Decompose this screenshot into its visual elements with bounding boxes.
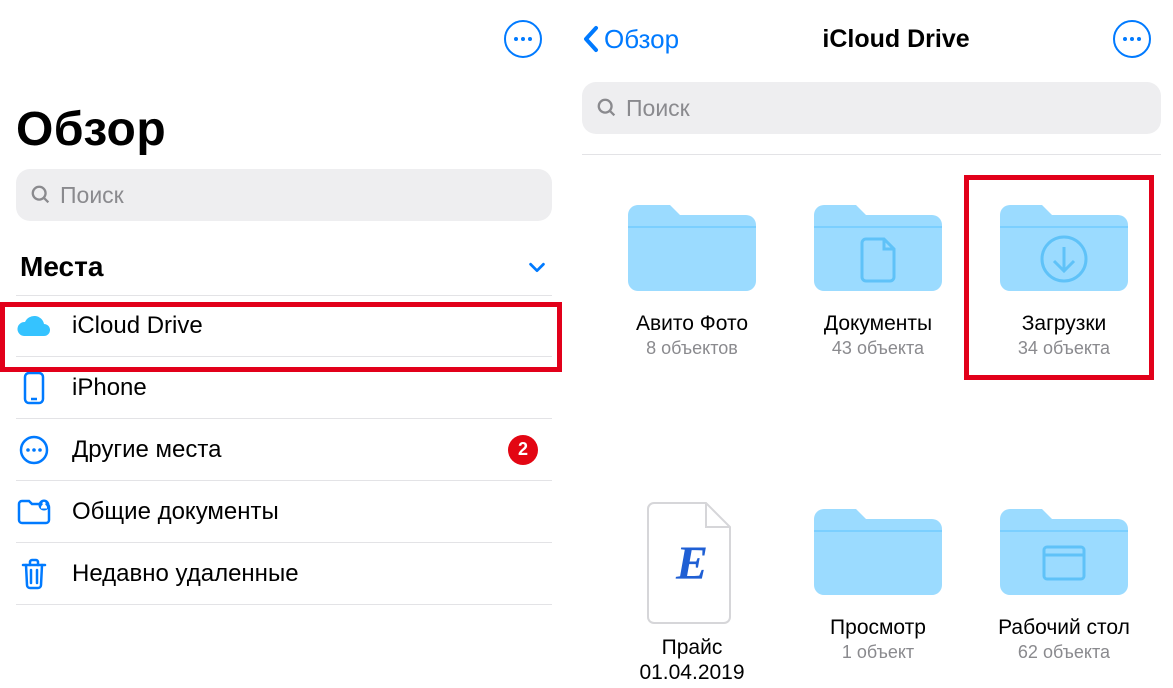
file-tile[interactable]: E Прайс 01.04.2019 bbox=[612, 499, 772, 687]
tile-name: Загрузки bbox=[1022, 311, 1107, 336]
sidebar-item-label: iCloud Drive bbox=[72, 312, 544, 340]
file-icon: E bbox=[642, 499, 742, 625]
tile-name: Авито Фото bbox=[636, 311, 748, 336]
chevron-down-icon[interactable] bbox=[526, 256, 548, 278]
icloud-icon bbox=[16, 314, 52, 338]
tile-sub: 1 объект bbox=[842, 642, 914, 663]
back-button[interactable]: Обзор bbox=[582, 24, 679, 55]
folder-desktop-icon bbox=[994, 499, 1134, 605]
folder-tile[interactable]: Рабочий стол 62 объекта bbox=[984, 499, 1144, 687]
sidebar-item-label: iPhone bbox=[72, 374, 544, 402]
search-placeholder: Поиск bbox=[626, 95, 690, 122]
sidebar-item-shared-docs[interactable]: Общие документы bbox=[16, 481, 552, 543]
tile-sub: 34 объекта bbox=[1018, 338, 1110, 359]
sidebar-item-other-places[interactable]: Другие места 2 bbox=[16, 419, 552, 481]
svg-text:E: E bbox=[675, 537, 708, 590]
more-button-left[interactable] bbox=[504, 20, 542, 58]
sidebar-item-label: Общие документы bbox=[72, 498, 544, 526]
tile-sub: 43 объекта bbox=[832, 338, 924, 359]
folder-icon bbox=[808, 499, 948, 605]
tile-name: Рабочий стол bbox=[998, 615, 1130, 640]
folder-documents-icon bbox=[808, 195, 948, 301]
sidebar-item-icloud-drive[interactable]: iCloud Drive bbox=[16, 295, 552, 357]
tile-name: Прайс 01.04.2019 bbox=[612, 635, 772, 685]
sidebar-item-recently-deleted[interactable]: Недавно удаленные bbox=[16, 543, 552, 605]
search-input-right[interactable]: Поиск bbox=[582, 82, 1161, 134]
tile-sub: 8 объектов bbox=[646, 338, 738, 359]
trash-icon bbox=[16, 558, 52, 590]
more-places-icon bbox=[16, 434, 52, 466]
page-title: Обзор bbox=[16, 102, 552, 157]
sidebar-item-label: Недавно удаленные bbox=[72, 560, 544, 588]
more-button-right[interactable] bbox=[1113, 20, 1151, 58]
folder-tile[interactable]: Авито Фото 8 объектов bbox=[612, 195, 772, 359]
back-label: Обзор bbox=[604, 24, 679, 55]
folder-title: iCloud Drive bbox=[822, 25, 969, 54]
folder-tile[interactable]: Документы 43 объекта bbox=[798, 195, 958, 359]
section-title-places: Места bbox=[20, 251, 526, 283]
search-input-left[interactable]: Поиск bbox=[16, 169, 552, 221]
search-icon bbox=[596, 97, 618, 119]
search-placeholder: Поиск bbox=[60, 182, 124, 209]
tile-name: Документы bbox=[824, 311, 932, 336]
folder-icon bbox=[622, 195, 762, 301]
tile-name: Просмотр bbox=[830, 615, 926, 640]
tile-sub: 62 объекта bbox=[1018, 642, 1110, 663]
shared-folder-icon bbox=[16, 498, 52, 526]
badge-count: 2 bbox=[508, 435, 538, 465]
folder-downloads-icon bbox=[994, 195, 1134, 301]
iphone-icon bbox=[16, 371, 52, 405]
sidebar-item-iphone[interactable]: iPhone bbox=[16, 357, 552, 419]
folder-tile[interactable]: Просмотр 1 объект bbox=[798, 499, 958, 687]
search-icon bbox=[30, 184, 52, 206]
folder-tile[interactable]: Загрузки 34 объекта bbox=[984, 195, 1144, 359]
chevron-left-icon bbox=[582, 25, 600, 53]
sidebar-item-label: Другие места bbox=[72, 436, 508, 464]
